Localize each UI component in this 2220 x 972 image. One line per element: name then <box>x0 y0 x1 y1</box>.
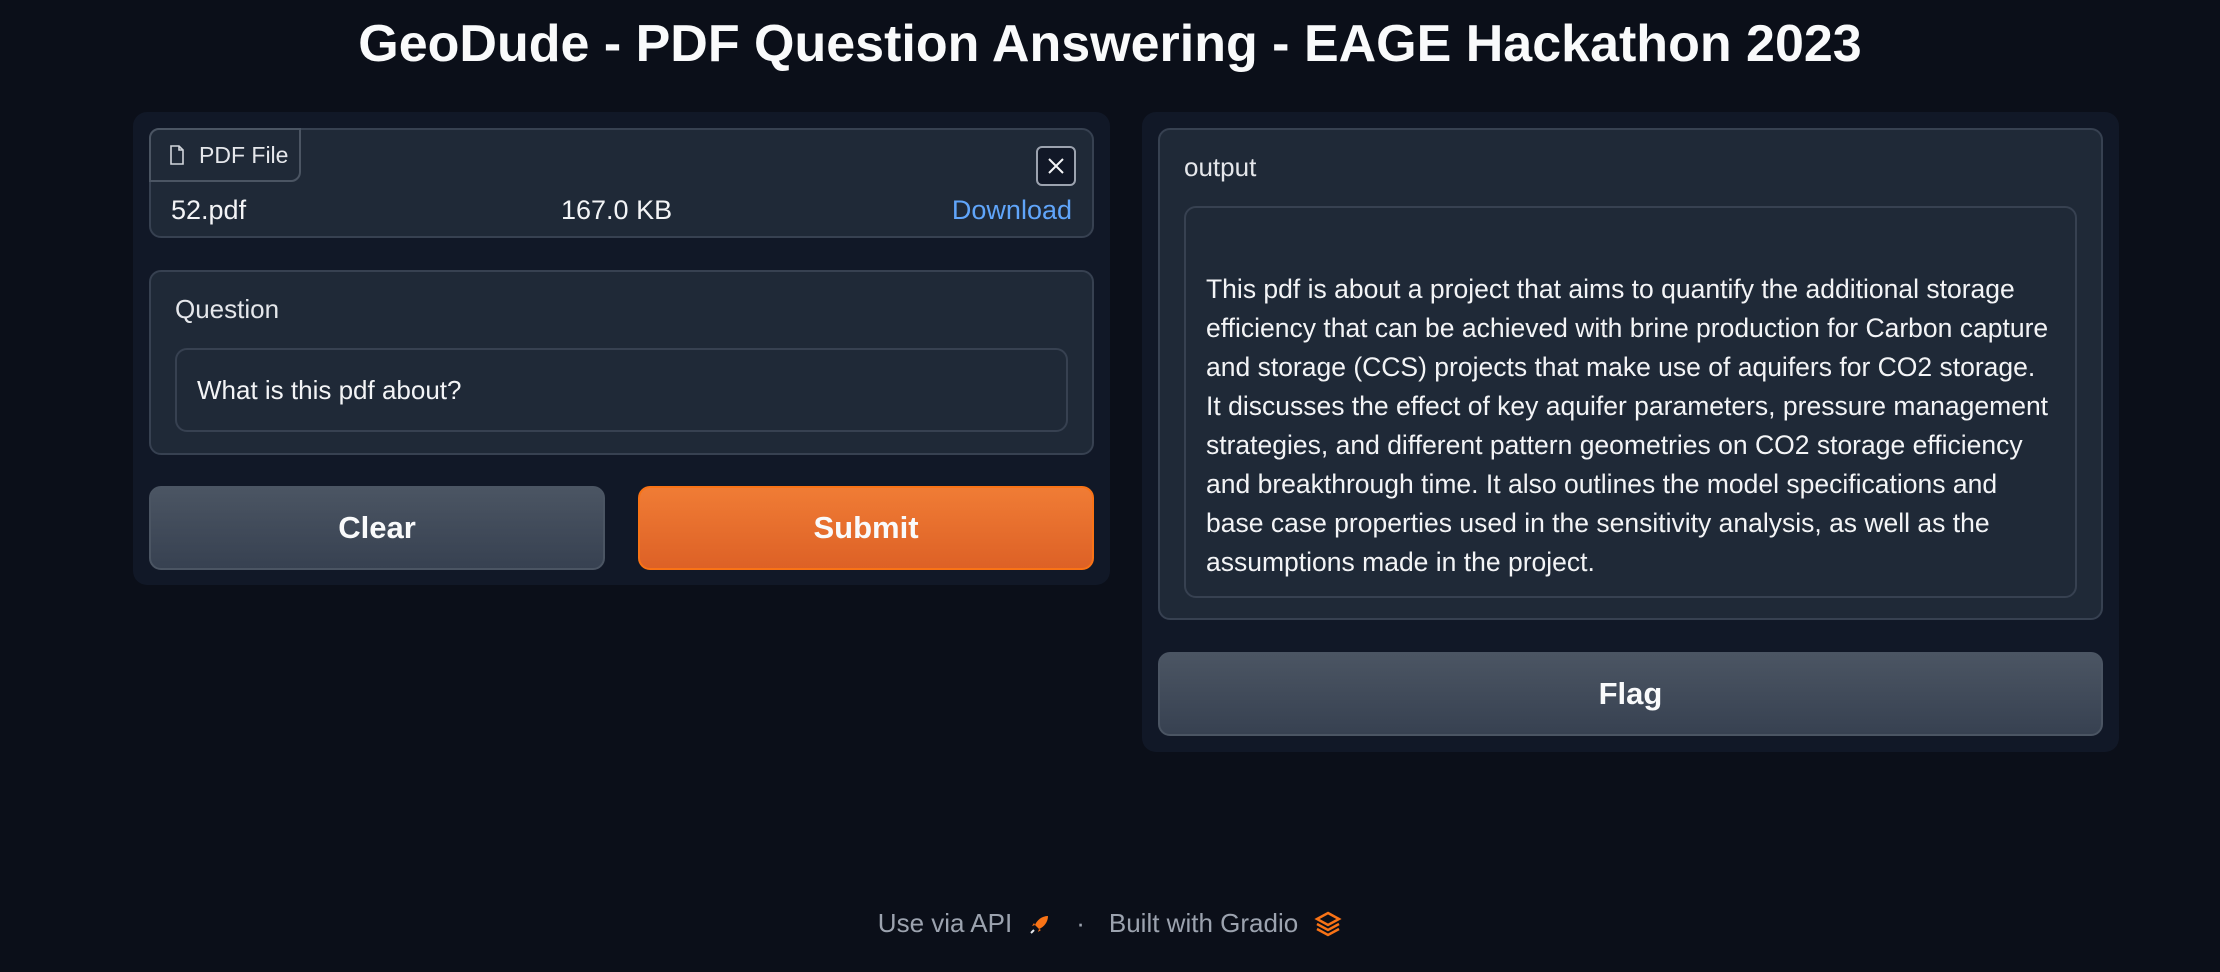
file-icon <box>170 145 184 165</box>
output-component: output This pdf is about a project that … <box>1158 128 2103 620</box>
question-input[interactable]: What is this pdf about? <box>175 348 1068 432</box>
file-name: 52.pdf <box>171 194 247 225</box>
use-via-api-link[interactable]: Use via API <box>878 908 1012 939</box>
pdf-file-component: PDF File 52.pdf 167.0 KB Download <box>149 128 1094 238</box>
gradio-logo-icon <box>1314 911 1342 936</box>
built-with-gradio-link[interactable]: Built with Gradio <box>1109 908 1298 939</box>
download-link[interactable]: Download <box>952 195 1072 226</box>
input-panel: PDF File 52.pdf 167.0 KB Download Questi… <box>133 112 1110 585</box>
file-size: 167.0 KB <box>561 194 673 225</box>
pdf-file-label: PDF File <box>149 128 301 182</box>
submit-button[interactable]: Submit <box>638 486 1094 570</box>
page-title: GeoDude - PDF Question Answering - EAGE … <box>358 15 1862 73</box>
clear-button[interactable]: Clear <box>149 486 605 570</box>
output-label: output <box>1184 152 1257 182</box>
output-panel: output This pdf is about a project that … <box>1142 112 2119 752</box>
pdf-file-label-text: PDF File <box>199 141 289 168</box>
flag-button[interactable]: Flag <box>1158 652 2103 736</box>
footer-separator: · <box>1076 908 1085 938</box>
question-label: Question <box>175 294 280 324</box>
footer: Use via API · Built with Gradio <box>0 908 2220 939</box>
rocket-icon <box>1030 915 1049 934</box>
close-icon <box>1048 158 1064 174</box>
output-textbox[interactable]: This pdf is about a project that aims to… <box>1184 206 2077 598</box>
question-component: Question What is this pdf about? <box>149 270 1094 455</box>
remove-file-button[interactable] <box>1036 146 1076 186</box>
file-row: 52.pdf 167.0 KB Download <box>171 190 1072 230</box>
